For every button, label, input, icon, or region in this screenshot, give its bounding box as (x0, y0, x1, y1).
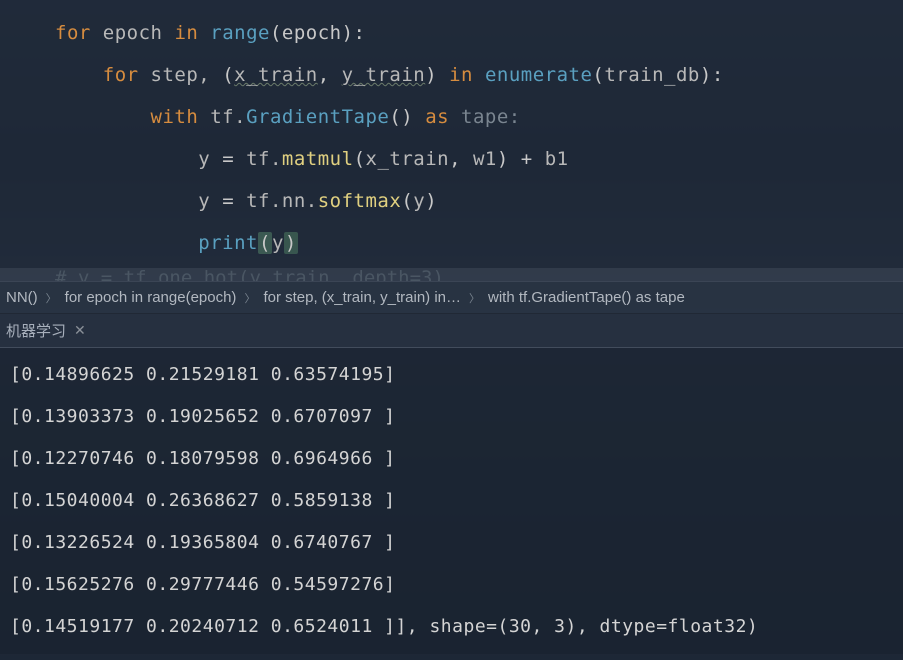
console-output[interactable]: [0.14896625 0.21529181 0.63574195] [0.13… (0, 348, 903, 654)
console-line: [0.14519177 0.20240712 0.6524011 ]], sha… (10, 606, 893, 648)
console-tab-bar: 机器学习 ✕ (0, 314, 903, 348)
chevron-right-icon: 〉 (469, 290, 480, 306)
console-line: [0.15040004 0.26368627 0.5859138 ] (10, 480, 893, 522)
console-line: [0.13903373 0.19025652 0.6707097 ] (10, 396, 893, 438)
console-line: [0.13226524 0.19365804 0.6740767 ] (10, 522, 893, 564)
code-line-3: with tf.GradientTape() as tape: (55, 96, 903, 138)
console-line: [0.14896625 0.21529181 0.63574195] (10, 354, 893, 396)
chevron-right-icon: 〉 (244, 290, 255, 306)
close-icon[interactable]: ✕ (74, 322, 86, 339)
breadcrumb-item[interactable]: for step, (x_train, y_train) in… (261, 289, 463, 306)
breadcrumb-item[interactable]: with tf.GradientTape() as tape (486, 289, 687, 306)
code-line-5: y = tf.nn.softmax(y) (55, 180, 903, 222)
faded-code-line: # y = tf.one_hot(y_train, depth=3) (0, 268, 903, 282)
console-tab-label[interactable]: 机器学习 (6, 320, 66, 341)
console-line: [0.15625276 0.29777446 0.54597276] (10, 564, 893, 606)
code-editor[interactable]: for epoch in range(epoch): for step, (x_… (0, 0, 903, 264)
breadcrumb[interactable]: NN() 〉 for epoch in range(epoch) 〉 for s… (0, 282, 903, 314)
code-line-6: print(y) (55, 222, 903, 264)
breadcrumb-item[interactable]: NN() (4, 289, 40, 306)
code-line-4: y = tf.matmul(x_train, w1) + b1 (55, 138, 903, 180)
breadcrumb-item[interactable]: for epoch in range(epoch) (63, 289, 239, 306)
console-line: [0.12270746 0.18079598 0.6964966 ] (10, 438, 893, 480)
code-line-2: for step, (x_train, y_train) in enumerat… (55, 54, 903, 96)
code-line-1: for epoch in range(epoch): (55, 12, 903, 54)
chevron-right-icon: 〉 (46, 290, 57, 306)
